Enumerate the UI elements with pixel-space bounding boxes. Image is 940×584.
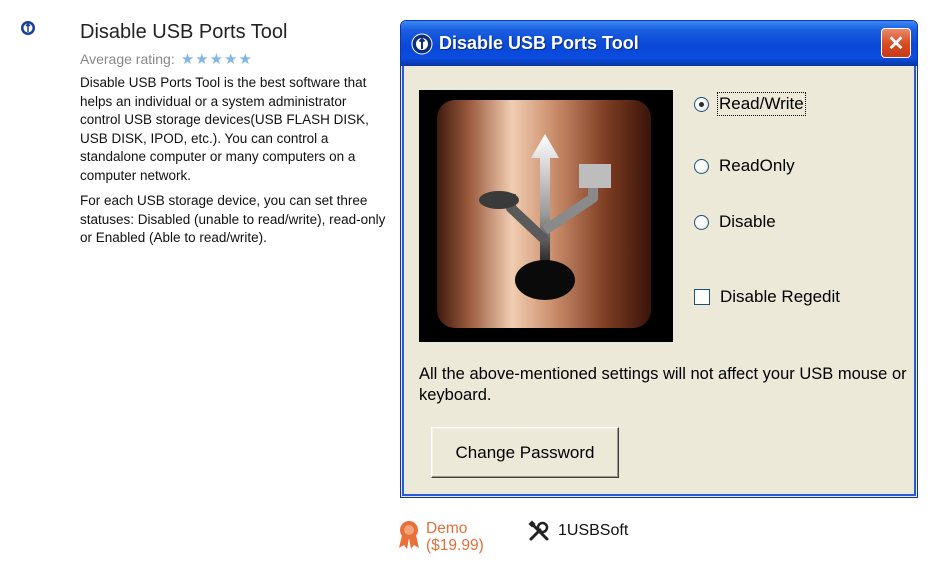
rating-stars: ★★★★★: [180, 51, 253, 68]
close-button[interactable]: ✕: [881, 28, 911, 58]
rating-label: Average rating:: [80, 51, 175, 67]
dialog-window: Disable USB Ports Tool ✕ Read/Write Read…: [400, 20, 918, 498]
checkbox-disable-regedit[interactable]: Disable Regedit: [694, 287, 840, 307]
price: ($19.99): [426, 537, 484, 554]
app-logo-icon: [411, 33, 433, 55]
checkbox-label: Disable Regedit: [720, 287, 841, 306]
radio-label: Read/Write: [717, 92, 806, 116]
dialog-title: Disable USB Ports Tool: [439, 33, 639, 53]
award-ribbon-icon: [399, 521, 419, 549]
radio-button-checked[interactable]: [694, 96, 709, 112]
average-rating: Average rating: ★★★★★: [80, 50, 253, 68]
checkbox[interactable]: [694, 289, 710, 305]
vendor[interactable]: 1USBSoft: [528, 520, 628, 542]
change-password-button[interactable]: Change Password: [431, 427, 619, 478]
close-icon: ✕: [887, 32, 905, 55]
app-logo-icon: [21, 21, 35, 35]
tools-icon: [528, 520, 549, 541]
radio-read-write[interactable]: Read/Write: [694, 92, 806, 116]
radio-label: ReadOnly: [719, 156, 795, 175]
usb-logo-image: [419, 90, 673, 342]
demo-price[interactable]: Demo ($19.99): [398, 520, 484, 554]
radio-button[interactable]: [694, 158, 709, 174]
settings-note: All the above-mentioned settings will no…: [419, 365, 907, 404]
product-description: Disable USB Ports Tool is the best softw…: [80, 74, 390, 255]
description-paragraph: For each USB storage device, you can set…: [80, 193, 386, 245]
radio-disable[interactable]: Disable: [694, 212, 776, 232]
page-title: Disable USB Ports Tool: [80, 21, 288, 43]
dialog-content: Read/Write ReadOnly Disable Disable Rege…: [402, 66, 916, 496]
dialog-titlebar[interactable]: Disable USB Ports Tool ✕: [401, 21, 917, 66]
description-paragraph: Disable USB Ports Tool is the best softw…: [80, 75, 369, 183]
radio-label: Disable: [719, 212, 776, 231]
radio-button[interactable]: [694, 214, 709, 230]
demo-label: Demo: [426, 520, 468, 537]
vendor-name: 1USBSoft: [558, 522, 629, 539]
radio-read-only[interactable]: ReadOnly: [694, 156, 795, 176]
